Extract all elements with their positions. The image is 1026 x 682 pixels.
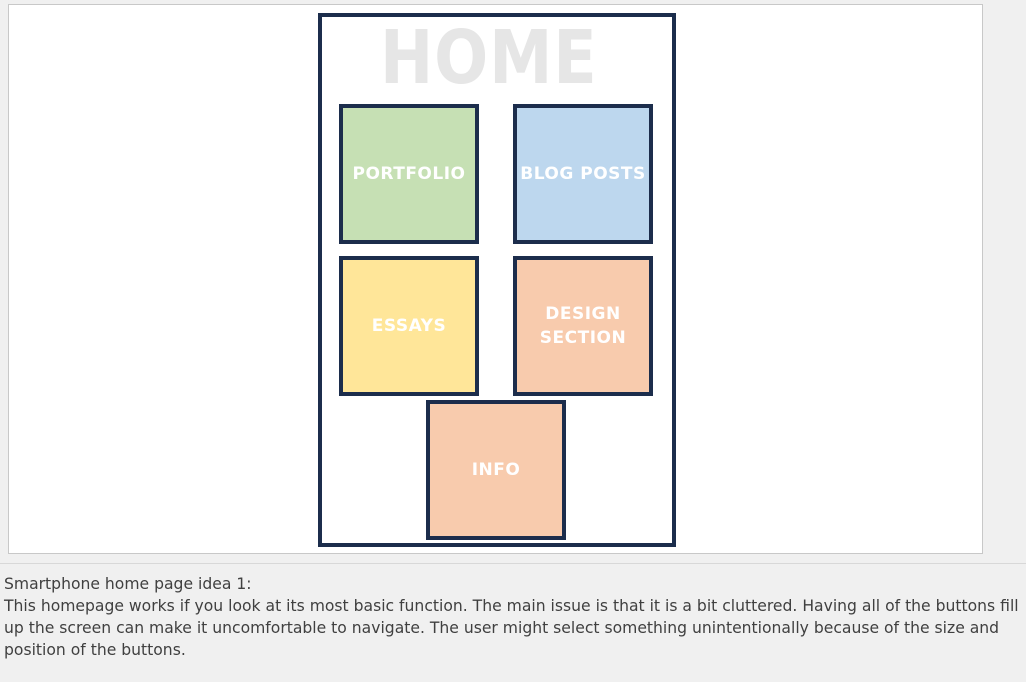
portfolio-tile[interactable]: PORTFOLIO [339,104,479,244]
info-tile-label: INFO [471,460,521,480]
portfolio-tile-label: PORTFOLIO [352,164,466,184]
essays-tile-label: ESSAYS [371,316,447,336]
speaker-notes[interactable]: Smartphone home page idea 1: This homepa… [4,573,1024,661]
blog-posts-tile[interactable]: BLOG POSTS [513,104,653,244]
notes-heading: Smartphone home page idea 1: [4,575,252,593]
home-title: HOME [380,15,598,101]
design-section-tile-label: DESIGN SECTION [539,304,627,348]
essays-tile[interactable]: ESSAYS [339,256,479,396]
notes-body: This homepage works if you look at its m… [4,597,1019,659]
notes-divider [0,563,1026,564]
blog-posts-tile-label: BLOG POSTS [520,164,646,184]
design-section-tile[interactable]: DESIGN SECTION [513,256,653,396]
info-tile[interactable]: INFO [426,400,566,540]
